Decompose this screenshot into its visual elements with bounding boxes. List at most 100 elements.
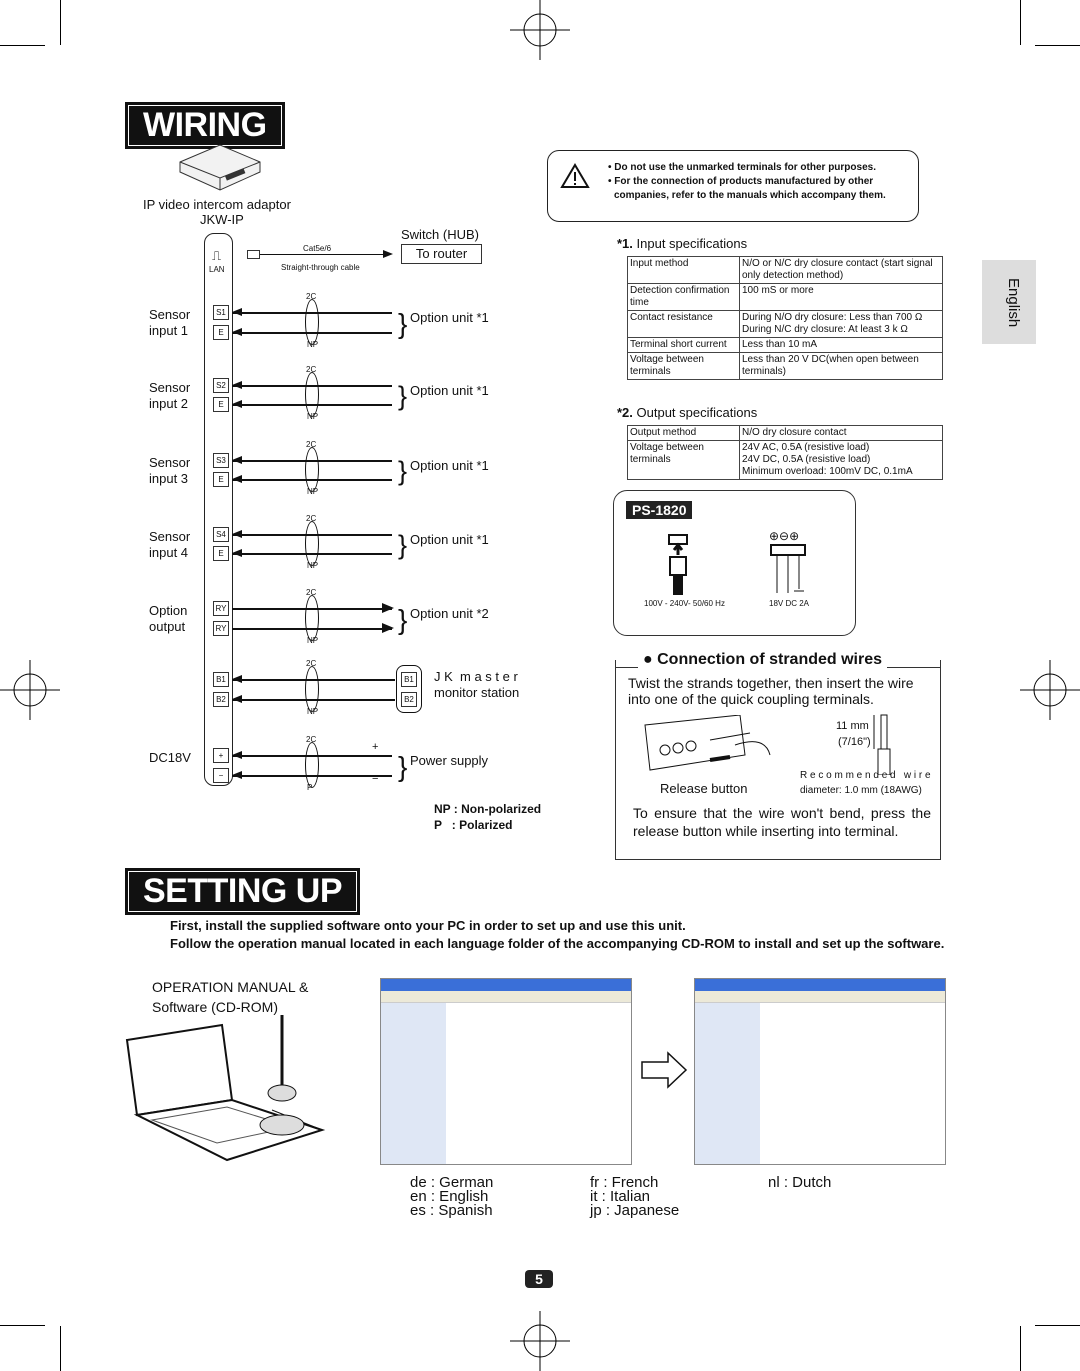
polarity: NP xyxy=(307,707,319,716)
terminal: RY xyxy=(213,621,229,636)
crop-mark xyxy=(60,0,61,45)
spec-name: Input method xyxy=(627,256,740,284)
registration-mark-top xyxy=(510,0,570,60)
conductor-count: 2C xyxy=(306,659,317,668)
brace-icon: } xyxy=(398,530,408,560)
crop-mark xyxy=(60,1326,61,1371)
row-label: Sensor input 4 xyxy=(149,529,191,560)
crop-mark xyxy=(1020,1326,1021,1371)
router-box: To router xyxy=(401,244,482,264)
lan-port-icon: ⎍ xyxy=(212,248,222,263)
lan-plug-icon xyxy=(247,250,260,259)
arrow-icon xyxy=(382,623,394,633)
brace-icon: } xyxy=(398,308,408,339)
cable-bundle xyxy=(305,447,319,492)
strip-length-inch: (7/16") xyxy=(838,736,871,748)
row-label: Sensor input 3 xyxy=(149,455,191,486)
warning-icon xyxy=(560,163,590,188)
wire-diameter: diameter: 1.0 mm (18AWG) xyxy=(800,785,922,796)
cable-bundle xyxy=(305,666,319,712)
crop-mark xyxy=(1020,0,1021,45)
power-supply-panel: PS-1820 ⊕⊖⊕ 100V - 240V- 50/60 Hz 18V DC… xyxy=(613,490,856,636)
arrow-icon xyxy=(232,695,242,703)
right-label: Option unit *1 xyxy=(410,532,489,547)
registration-mark-right xyxy=(1020,660,1080,720)
terminal: S3 xyxy=(213,453,229,468)
terminal-polarity: ⊕⊖⊕ xyxy=(769,529,800,543)
spec-name: Detection confirmation time xyxy=(627,283,740,311)
cable-bundle xyxy=(305,372,319,417)
arrow-icon xyxy=(232,475,242,483)
lan-label: LAN xyxy=(209,265,225,274)
terminal: E xyxy=(213,325,229,340)
laptop-cd-illustration xyxy=(125,1015,326,1162)
strip-length: 11 mm xyxy=(836,720,869,732)
output-spec-table: Output method N/O dry closure contact Volt… xyxy=(627,425,943,480)
section-heading-setting-up: SETTING UP xyxy=(125,868,361,915)
terminal: S2 xyxy=(213,378,229,393)
recommended-wire: R e c o m m e n d e d w i r e xyxy=(800,770,931,781)
terminal: E xyxy=(213,546,229,561)
conductor-count: 2C xyxy=(306,735,317,744)
spec-value: N/O or N/C dry closure contact (start si… xyxy=(739,256,943,284)
arrow-icon xyxy=(232,308,242,316)
cable-description: Straight-through cable xyxy=(281,263,360,272)
cable-bundle xyxy=(305,742,319,788)
right-label: J K m a s t e r monitor station xyxy=(434,669,520,700)
right-label: Power supply xyxy=(410,753,489,768)
arrow-icon xyxy=(232,675,242,683)
spec-row: Output method N/O dry closure contact xyxy=(627,425,943,441)
registration-mark-left xyxy=(0,660,60,720)
stranded-intro: Twist the strands together, then insert … xyxy=(628,675,914,707)
terminal: S4 xyxy=(213,527,229,542)
language-item: nl : Dutch xyxy=(768,1174,832,1191)
spec-value: 100 mS or more xyxy=(739,283,943,311)
arrow-icon xyxy=(232,549,242,557)
adaptor-model: JKW-IP xyxy=(200,212,244,227)
language-tab: English xyxy=(982,260,1036,344)
wire-diagram xyxy=(873,714,891,775)
conductor-count: 2C xyxy=(306,588,317,597)
arrow-icon xyxy=(382,603,394,613)
hub-label: Switch (HUB) xyxy=(401,227,480,242)
adaptor-label: IP video intercom adaptor xyxy=(143,197,291,212)
row-label: DC18V xyxy=(149,750,191,765)
spec-value: N/O dry closure contact xyxy=(739,425,943,441)
spec-row: Input method N/O or N/C dry closure conta… xyxy=(627,256,943,284)
spec-name: Output method xyxy=(627,425,740,441)
right-label: Option unit *1 xyxy=(410,383,489,398)
dc-terminal-icon xyxy=(770,544,806,593)
ac-rating: 100V - 240V- 50/60 Hz xyxy=(644,599,725,608)
spec-name: Contact resistance xyxy=(627,310,740,338)
cd-label: OPERATION MANUAL & Software (CD-ROM) xyxy=(152,979,309,1015)
spec-name: Voltage between terminals xyxy=(627,352,740,380)
ac-plug-icon xyxy=(668,534,688,595)
conductor-count: 2C xyxy=(306,292,317,301)
polarity: NP xyxy=(307,636,319,645)
right-label: Option unit *2 xyxy=(410,606,489,621)
cable-bundle xyxy=(305,595,319,641)
conductor-count: 2C xyxy=(306,365,317,374)
caution-box: • Do not use the unmarked terminals for … xyxy=(547,150,919,222)
setup-instructions: First, install the supplied software ont… xyxy=(170,917,970,953)
crop-mark xyxy=(1035,45,1080,46)
spec-row: Voltage between terminals 24V AC, 0.5A (r… xyxy=(627,440,943,480)
crop-mark xyxy=(1035,1325,1080,1326)
brace-icon: } xyxy=(398,456,408,486)
setup-paragraph: Follow the operation manual located in e… xyxy=(170,936,945,951)
terminal: S1 xyxy=(213,305,229,320)
legend-p: P : Polarized xyxy=(434,818,513,832)
terminal-insertion-illustration xyxy=(644,715,771,771)
spec-row: Contact resistance During N/O dry closure… xyxy=(627,310,943,338)
polarity: NP xyxy=(307,412,319,421)
spec-value: Less than 10 mA xyxy=(739,337,943,353)
polarity-plus: + xyxy=(372,741,379,753)
dc-rating: 18V DC 2A xyxy=(769,599,810,608)
cable-bundle xyxy=(305,299,319,345)
adaptor-device-illustration xyxy=(179,144,261,191)
conductor-count: 2C xyxy=(306,514,317,523)
terminal: − xyxy=(213,768,229,783)
arrow-icon xyxy=(232,771,242,779)
terminal: B2 xyxy=(213,692,229,707)
row-label: Sensor input 1 xyxy=(149,307,191,338)
